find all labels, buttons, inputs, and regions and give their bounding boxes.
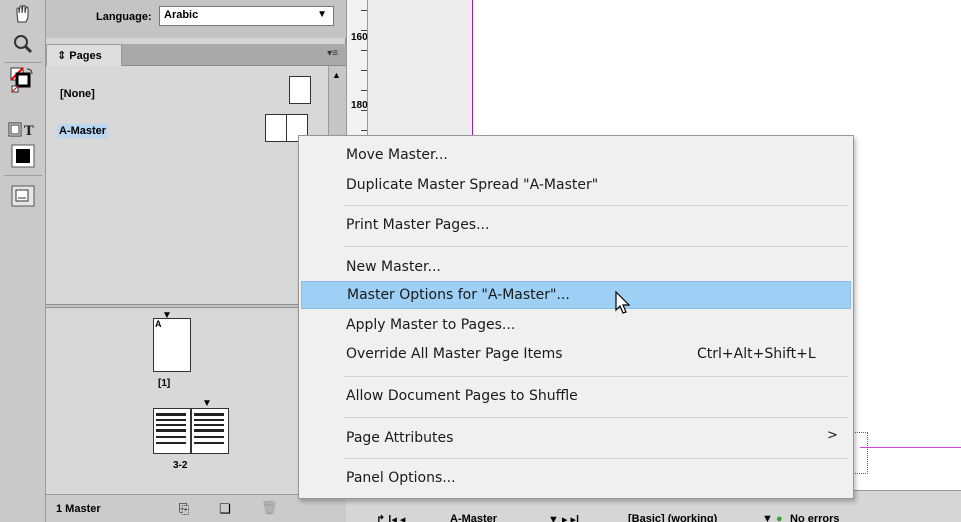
page-1-prefix: A: [155, 319, 162, 329]
menu-item-allow-shuffle[interactable]: Allow Document Pages to Shuffle: [301, 383, 851, 411]
masters-list: [None] A-Master: [46, 66, 328, 304]
menu-item-panel-options[interactable]: Panel Options...: [301, 465, 851, 493]
menu-item-label: Master Options for "A-Master"...: [347, 287, 570, 303]
page-2-thumbnail[interactable]: [191, 408, 229, 454]
page-1-label: [1]: [158, 378, 171, 389]
menu-item-override-master-items[interactable]: Override All Master Page Items Ctrl+Alt+…: [301, 341, 851, 369]
spread-label: 3-2: [173, 460, 188, 471]
frame-text-toggle-icon[interactable]: T: [8, 118, 38, 142]
ruler-tick: [361, 50, 367, 51]
menu-item-label: Duplicate Master Spread "A-Master": [346, 177, 599, 193]
menu-item-label: Panel Options...: [346, 470, 456, 486]
mouse-cursor-icon: [614, 290, 636, 317]
language-value: Arabic: [164, 9, 199, 21]
tools-panel: T: [0, 0, 46, 522]
menu-separator: [343, 205, 848, 206]
dropdown-arrow-icon: ▼: [317, 9, 327, 20]
tab-strip: ▾≡: [122, 44, 346, 66]
menu-item-label: New Master...: [346, 259, 441, 275]
language-row: Language: Arabic ▼: [46, 0, 346, 38]
ruler-tick: [361, 90, 367, 91]
master-none-thumbnail[interactable]: [289, 76, 311, 104]
language-select[interactable]: Arabic ▼: [159, 6, 334, 26]
scroll-up-icon[interactable]: ▲: [332, 70, 341, 80]
menu-item-label: Move Master...: [346, 147, 448, 163]
menu-item-label: Apply Master to Pages...: [346, 317, 516, 333]
menu-separator: [343, 376, 848, 377]
new-page-icon[interactable]: ❏: [219, 501, 231, 517]
menu-item-move-master[interactable]: Move Master...: [301, 142, 851, 170]
menu-item-print-master-pages[interactable]: Print Master Pages...: [301, 212, 851, 240]
menu-item-new-master[interactable]: New Master...: [301, 254, 851, 282]
page-nav-next-icon[interactable]: ▼ ▸ ▸|: [548, 513, 579, 522]
menu-item-page-attributes[interactable]: Page Attributes >: [301, 425, 851, 453]
ruler-tick: [361, 30, 367, 31]
preflight-status-icon: ●: [776, 513, 783, 522]
menu-item-label: Override All Master Page Items: [346, 346, 563, 362]
language-label: Language:: [96, 11, 152, 23]
page-nav-icon[interactable]: ↱ |◂ ◂: [376, 513, 405, 522]
ruler-tick: [361, 130, 367, 131]
screen-mode-icon[interactable]: [8, 184, 38, 208]
ruler-tick: [361, 70, 367, 71]
fill-swatch-icon[interactable]: [8, 144, 38, 168]
master-none[interactable]: [None]: [60, 88, 95, 100]
tab-pages-label: Pages: [69, 50, 102, 62]
page-3-content-icon: [156, 413, 186, 444]
menu-item-master-options[interactable]: Master Options for "A-Master"...: [301, 281, 851, 309]
preflight-profile[interactable]: [Basic] (working): [628, 513, 717, 522]
menu-separator: [343, 417, 848, 418]
page-1-thumbnail[interactable]: A: [153, 318, 191, 372]
profile-dropdown-icon[interactable]: ▼: [762, 513, 773, 522]
hand-tool-icon[interactable]: [8, 2, 38, 26]
page-2-content-icon: [194, 413, 224, 444]
ruler-number: 160: [351, 32, 368, 43]
menu-item-label: Page Attributes: [346, 430, 454, 446]
master-context-menu: Move Master... Duplicate Master Spread "…: [298, 135, 854, 499]
menu-item-apply-master[interactable]: Apply Master to Pages...: [301, 312, 851, 340]
page-3-thumbnail[interactable]: [153, 408, 191, 454]
master-a[interactable]: A-Master: [57, 124, 109, 138]
tab-arrows-icon: ⇕: [57, 50, 67, 62]
ruler-number: 180: [351, 100, 368, 111]
tools-divider: [4, 62, 42, 63]
panel-menu-icon[interactable]: ▾≡: [327, 48, 338, 59]
edit-page-size-icon[interactable]: ⎘: [179, 501, 189, 517]
ruler-tick: [361, 110, 367, 111]
fill-stroke-icon[interactable]: [8, 67, 38, 93]
menu-item-shortcut: Ctrl+Alt+Shift+L: [697, 346, 816, 362]
ruler-tick: [361, 10, 367, 11]
masters-count: 1 Master: [56, 503, 101, 515]
menu-separator: [343, 458, 848, 459]
zoom-tool-icon[interactable]: [8, 32, 38, 56]
menu-item-label: Allow Document Pages to Shuffle: [346, 388, 578, 404]
menu-item-duplicate-master[interactable]: Duplicate Master Spread "A-Master": [301, 172, 851, 200]
preflight-errors[interactable]: No errors: [790, 513, 840, 522]
horizontal-guide: [860, 447, 961, 448]
submenu-arrow-icon: >: [827, 428, 838, 443]
menu-separator: [343, 246, 848, 247]
trash-icon[interactable]: 🗑: [261, 500, 278, 516]
current-master[interactable]: A-Master: [450, 513, 497, 522]
svg-text:T: T: [24, 124, 34, 139]
tab-pages[interactable]: ⇕ Pages: [46, 44, 122, 66]
menu-item-label: Print Master Pages...: [346, 217, 490, 233]
tools-divider: [4, 175, 42, 176]
master-a-left-thumbnail[interactable]: [265, 114, 287, 142]
